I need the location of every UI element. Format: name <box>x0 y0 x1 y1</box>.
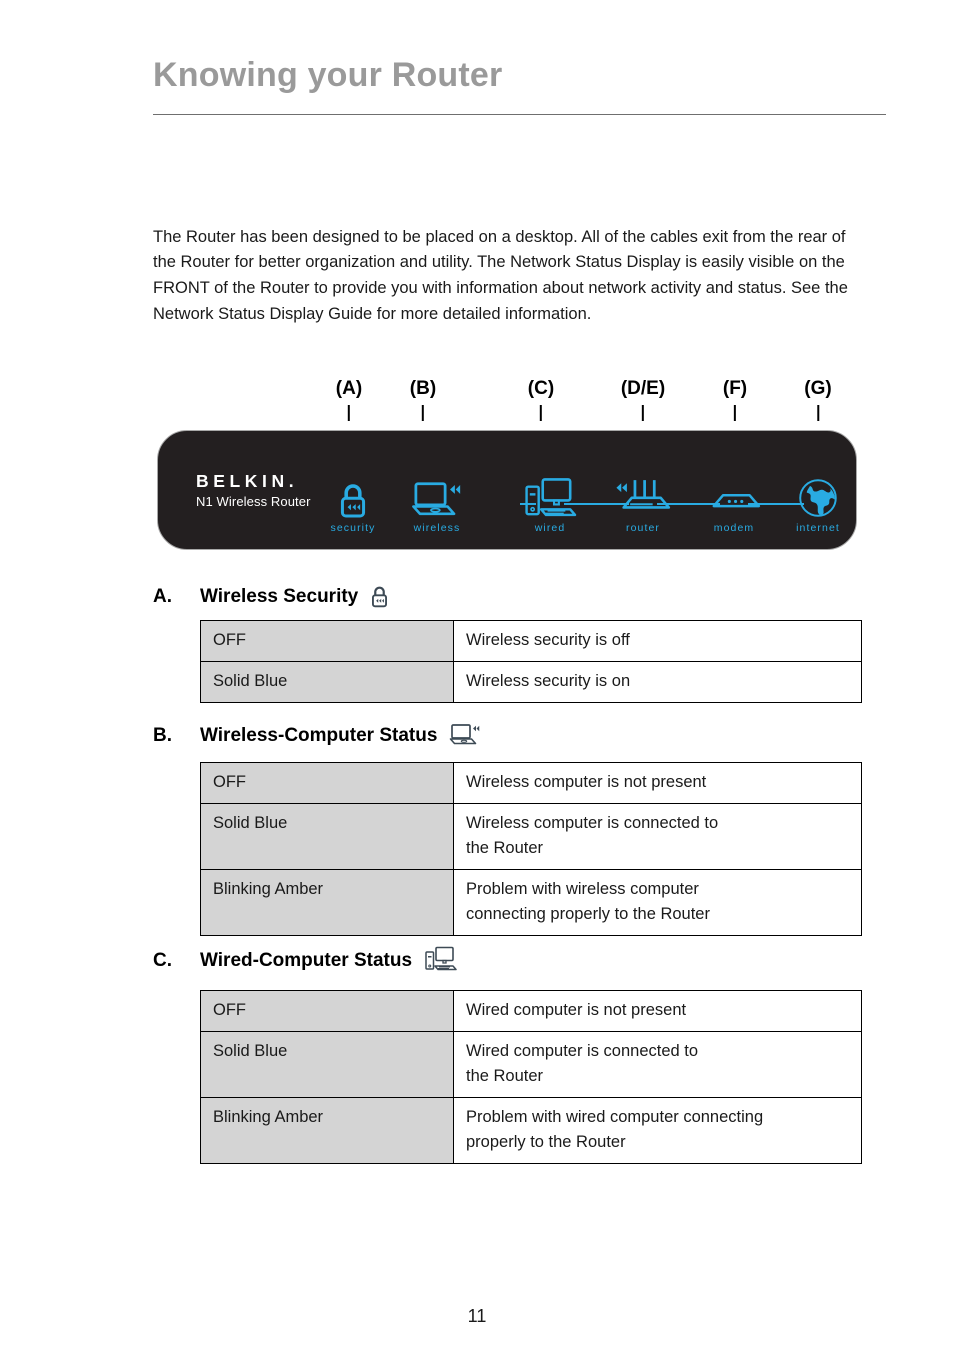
section-heading-a: A. Wireless Security <box>153 586 389 608</box>
model-name: N1 Wireless Router <box>196 494 311 509</box>
intro-paragraph: The Router has been designed to be place… <box>153 227 848 323</box>
title-divider <box>153 114 886 115</box>
page-title: Knowing your Router <box>153 56 503 94</box>
section-letter: B. <box>153 725 172 746</box>
section-letter: C. <box>153 950 172 971</box>
status-table-b: OFF Wireless computer is not present Solid… <box>200 762 862 936</box>
router-front-panel: BELKIN. N1 Wireless Router security wirel… <box>157 430 857 550</box>
callout-tick <box>540 405 542 421</box>
status-table-c: OFF Wired computer is not present Solid Bl… <box>200 990 862 1164</box>
led-meaning-cell: Problem with wireless computer connecting… <box>453 869 862 936</box>
table-row: OFF Wireless security is off <box>200 620 862 662</box>
led-state-cell: Solid Blue <box>200 661 454 703</box>
padlock-wireless-icon <box>370 586 389 608</box>
page-number: 11 <box>467 1306 487 1326</box>
led-meaning-cell: Wireless security is off <box>453 620 862 662</box>
callout-label: (D/E) <box>620 378 666 399</box>
table-row: Solid Blue Wireless computer is connected… <box>200 803 862 870</box>
led-state-cell: Blinking Amber <box>200 869 454 936</box>
desktop-computer-icon <box>424 946 457 972</box>
callout-label: (B) <box>409 378 437 399</box>
status-table-a: OFF Wireless security is off Solid Blue Wir… <box>200 620 862 703</box>
led-meaning-cell: Wireless security is on <box>453 661 862 703</box>
led-state-cell: OFF <box>200 990 454 1032</box>
table-row: OFF Wired computer is not present <box>200 990 862 1032</box>
table-row: Blinking Amber Problem with wireless comp… <box>200 869 862 936</box>
callout-tick <box>734 405 736 421</box>
callout-tick <box>422 405 424 421</box>
laptop-wireless-icon <box>382 463 492 519</box>
callout-b: (B) <box>410 378 436 421</box>
led-caption: internet <box>796 522 840 534</box>
callout-g: (G) <box>804 378 832 421</box>
callout-label: (G) <box>804 378 832 399</box>
globe-icon <box>763 463 873 519</box>
led-meaning-cell: Wireless computer is connected to the Rou… <box>453 803 862 870</box>
callout-label: (C) <box>527 378 555 399</box>
section-title: Wireless-Computer Status <box>200 725 438 746</box>
callout-tick <box>817 405 819 421</box>
callout-tick <box>348 405 350 421</box>
table-row: OFF Wireless computer is not present <box>200 762 862 804</box>
led-meaning-cell: Wireless computer is not present <box>453 762 862 804</box>
section-heading-c: C. Wired-Computer Status <box>153 946 457 972</box>
table-row: Blinking Amber Problem with wired compute… <box>200 1097 862 1164</box>
callout-tick <box>642 405 644 421</box>
led-indicator-wireless: wireless <box>382 463 492 534</box>
led-state-cell: Blinking Amber <box>200 1097 454 1164</box>
led-state-cell: Solid Blue <box>200 1031 454 1098</box>
led-meaning-cell: Problem with wired computer connecting pr… <box>453 1097 862 1164</box>
table-row: Solid Blue Wireless security is on <box>200 661 862 703</box>
led-indicator-internet: internet <box>763 463 873 534</box>
led-state-cell: OFF <box>200 620 454 662</box>
section-title: Wired-Computer Status <box>200 950 413 971</box>
callout-label: (F) <box>722 378 748 399</box>
callout-de: (D/E) <box>621 378 665 421</box>
laptop-wireless-icon <box>449 723 481 747</box>
callout-label-row: (A) (B) (C) (D/E) (F) (G) <box>157 378 857 428</box>
callout-c: (C) <box>528 378 554 421</box>
led-state-cell: OFF <box>200 762 454 804</box>
section-title: Wireless Security <box>200 586 359 607</box>
belkin-logo: BELKIN. N1 Wireless Router <box>196 471 311 511</box>
led-caption: wireless <box>413 522 461 534</box>
led-state-cell: Solid Blue <box>200 803 454 870</box>
table-row: Solid Blue Wired computer is connected to… <box>200 1031 862 1098</box>
led-meaning-cell: Wired computer is not present <box>453 990 862 1032</box>
callout-a: (A) <box>336 378 362 421</box>
section-letter: A. <box>153 586 172 607</box>
callout-f: (F) <box>723 378 747 421</box>
led-meaning-cell: Wired computer is connected to the Router <box>453 1031 862 1098</box>
section-heading-b: B. Wireless-Computer Status <box>153 723 481 747</box>
callout-label: (A) <box>335 378 363 399</box>
brand-name: BELKIN. <box>196 471 299 491</box>
